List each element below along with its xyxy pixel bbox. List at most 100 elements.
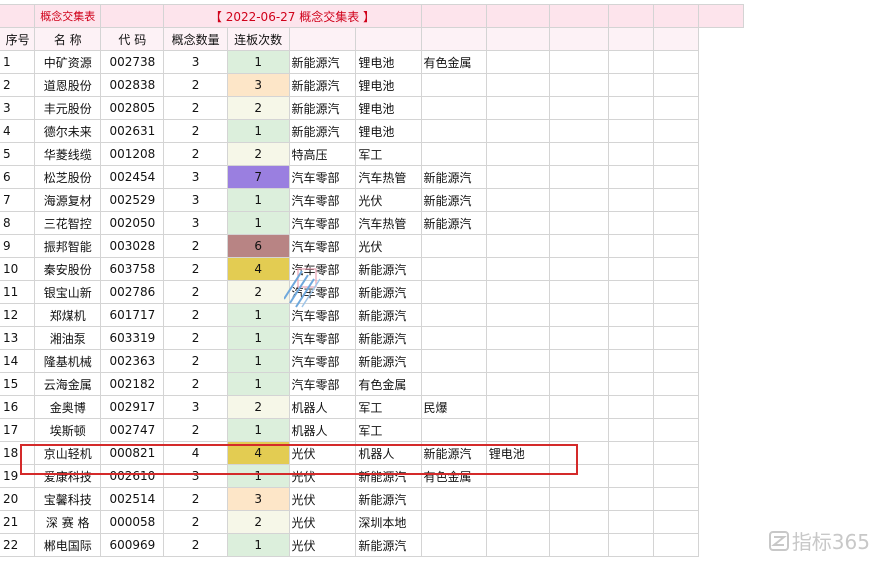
empty-cell[interactable] bbox=[549, 280, 610, 304]
concept-cell-4[interactable] bbox=[485, 50, 551, 74]
concept-cell-2[interactable]: 新能源汽 bbox=[355, 533, 422, 557]
stock-name-cell[interactable]: 华菱线缆 bbox=[34, 142, 102, 166]
empty-cell[interactable] bbox=[608, 372, 655, 396]
empty-cell[interactable] bbox=[549, 441, 610, 465]
concept-cell-4[interactable] bbox=[485, 533, 551, 557]
concept-cell-3[interactable] bbox=[420, 119, 487, 143]
concept-cell-4[interactable] bbox=[485, 487, 551, 511]
stock-code-cell[interactable]: 002917 bbox=[100, 395, 165, 419]
stock-name-cell[interactable]: 海源复材 bbox=[34, 188, 102, 212]
stock-name-cell[interactable]: 隆基机械 bbox=[34, 349, 102, 373]
empty-cell[interactable] bbox=[653, 165, 699, 189]
table-row[interactable]: 20 宝馨科技 002514 2 3 光伏 新能源汽 bbox=[0, 487, 744, 511]
stock-code-cell[interactable]: 002786 bbox=[100, 280, 165, 304]
sheet-tab-label[interactable]: 概念交集表 bbox=[34, 4, 102, 28]
row-index-cell[interactable]: 3 bbox=[0, 96, 36, 120]
concept-count-cell[interactable]: 3 bbox=[163, 464, 228, 488]
concept-count-cell[interactable]: 3 bbox=[163, 395, 228, 419]
table-row[interactable]: 14 隆基机械 002363 2 1 汽车零部 新能源汽 bbox=[0, 349, 744, 373]
stock-code-cell[interactable]: 002454 bbox=[100, 165, 165, 189]
concept-cell-3[interactable] bbox=[420, 73, 487, 97]
empty-cell[interactable] bbox=[608, 441, 655, 465]
concept-count-cell[interactable]: 2 bbox=[163, 142, 228, 166]
concept-cell-1[interactable]: 新能源汽 bbox=[288, 119, 357, 143]
concept-cell-3[interactable] bbox=[420, 349, 487, 373]
concept-count-cell[interactable]: 2 bbox=[163, 119, 228, 143]
empty-cell[interactable] bbox=[608, 188, 655, 212]
row-index-cell[interactable]: 4 bbox=[0, 119, 36, 143]
empty-cell[interactable] bbox=[608, 50, 655, 74]
stock-code-cell[interactable]: 002050 bbox=[100, 211, 165, 235]
empty-cell[interactable] bbox=[653, 257, 699, 281]
empty-cell[interactable] bbox=[549, 395, 610, 419]
table-row[interactable]: 21 深 赛 格 000058 2 2 光伏 深圳本地 bbox=[0, 510, 744, 534]
row-index-cell[interactable]: 22 bbox=[0, 533, 36, 557]
stock-name-cell[interactable]: 秦安股份 bbox=[34, 257, 102, 281]
empty-cell[interactable] bbox=[549, 418, 610, 442]
empty-cell[interactable] bbox=[653, 188, 699, 212]
concept-cell-1[interactable]: 汽车零部 bbox=[288, 211, 357, 235]
concept-cell-3[interactable] bbox=[420, 326, 487, 350]
empty-cell[interactable] bbox=[549, 510, 610, 534]
row-index-cell[interactable]: 5 bbox=[0, 142, 36, 166]
concept-count-cell[interactable]: 2 bbox=[163, 372, 228, 396]
empty-cell[interactable] bbox=[608, 142, 655, 166]
empty-cell[interactable] bbox=[653, 119, 699, 143]
concept-cell-2[interactable]: 光伏 bbox=[355, 188, 422, 212]
stock-name-cell[interactable]: 德尔未来 bbox=[34, 119, 102, 143]
concept-cell-4[interactable] bbox=[485, 73, 551, 97]
concept-count-cell[interactable]: 2 bbox=[163, 418, 228, 442]
limit-up-count-cell[interactable]: 1 bbox=[226, 326, 290, 350]
concept-count-cell[interactable]: 2 bbox=[163, 533, 228, 557]
table-row[interactable]: 16 金奥博 002917 3 2 机器人 军工 民爆 bbox=[0, 395, 744, 419]
empty-cell[interactable] bbox=[549, 303, 610, 327]
empty-cell[interactable] bbox=[653, 418, 699, 442]
stock-name-cell[interactable]: 宝馨科技 bbox=[34, 487, 102, 511]
concept-cell-1[interactable]: 光伏 bbox=[288, 487, 357, 511]
stock-name-cell[interactable]: 湘油泵 bbox=[34, 326, 102, 350]
concept-cell-4[interactable] bbox=[485, 510, 551, 534]
stock-name-cell[interactable]: 金奥博 bbox=[34, 395, 102, 419]
concept-count-cell[interactable]: 3 bbox=[163, 188, 228, 212]
header-empty-cell[interactable] bbox=[288, 27, 357, 51]
row-index-cell[interactable]: 12 bbox=[0, 303, 36, 327]
concept-cell-4[interactable] bbox=[485, 303, 551, 327]
header-empty-cell[interactable] bbox=[549, 27, 610, 51]
concept-cell-3[interactable] bbox=[420, 510, 487, 534]
concept-cell-2[interactable]: 机器人 bbox=[355, 441, 422, 465]
empty-cell[interactable] bbox=[608, 119, 655, 143]
limit-up-count-cell[interactable]: 2 bbox=[226, 96, 290, 120]
concept-cell-2[interactable]: 锂电池 bbox=[355, 119, 422, 143]
header-index[interactable]: 序号 bbox=[0, 27, 36, 51]
concept-count-cell[interactable]: 2 bbox=[163, 280, 228, 304]
empty-cell[interactable] bbox=[549, 142, 610, 166]
row-index-cell[interactable]: 18 bbox=[0, 441, 36, 465]
concept-cell-3[interactable] bbox=[420, 533, 487, 557]
stock-code-cell[interactable]: 001208 bbox=[100, 142, 165, 166]
concept-cell-4[interactable] bbox=[485, 142, 551, 166]
concept-cell-1[interactable]: 新能源汽 bbox=[288, 50, 357, 74]
concept-cell-2[interactable]: 新能源汽 bbox=[355, 303, 422, 327]
empty-cell[interactable] bbox=[549, 372, 610, 396]
table-row[interactable]: 19 爱康科技 002610 3 1 光伏 新能源汽 有色金属 bbox=[0, 464, 744, 488]
concept-cell-2[interactable]: 深圳本地 bbox=[355, 510, 422, 534]
table-row[interactable]: 6 松芝股份 002454 3 7 汽车零部 汽车热管 新能源汽 bbox=[0, 165, 744, 189]
header-limit-up-count[interactable]: 连板次数 bbox=[226, 27, 290, 51]
table-row[interactable]: 15 云海金属 002182 2 1 汽车零部 有色金属 bbox=[0, 372, 744, 396]
concept-count-cell[interactable]: 3 bbox=[163, 211, 228, 235]
limit-up-count-cell[interactable]: 2 bbox=[226, 510, 290, 534]
table-row[interactable]: 18 京山轻机 000821 4 4 光伏 机器人 新能源汽 锂电池 bbox=[0, 441, 744, 465]
empty-cell[interactable] bbox=[608, 326, 655, 350]
concept-cell-4[interactable] bbox=[485, 372, 551, 396]
empty-cell[interactable] bbox=[653, 142, 699, 166]
table-row[interactable]: 10 秦安股份 603758 2 4 汽车零部 新能源汽 bbox=[0, 257, 744, 281]
concept-count-cell[interactable]: 2 bbox=[163, 303, 228, 327]
concept-cell-4[interactable] bbox=[485, 188, 551, 212]
concept-cell-2[interactable]: 锂电池 bbox=[355, 73, 422, 97]
stock-name-cell[interactable]: 丰元股份 bbox=[34, 96, 102, 120]
concept-cell-2[interactable]: 新能源汽 bbox=[355, 257, 422, 281]
table-row[interactable]: 13 湘油泵 603319 2 1 汽车零部 新能源汽 bbox=[0, 326, 744, 350]
concept-cell-1[interactable]: 特高压 bbox=[288, 142, 357, 166]
empty-cell[interactable] bbox=[549, 464, 610, 488]
concept-count-cell[interactable]: 2 bbox=[163, 73, 228, 97]
